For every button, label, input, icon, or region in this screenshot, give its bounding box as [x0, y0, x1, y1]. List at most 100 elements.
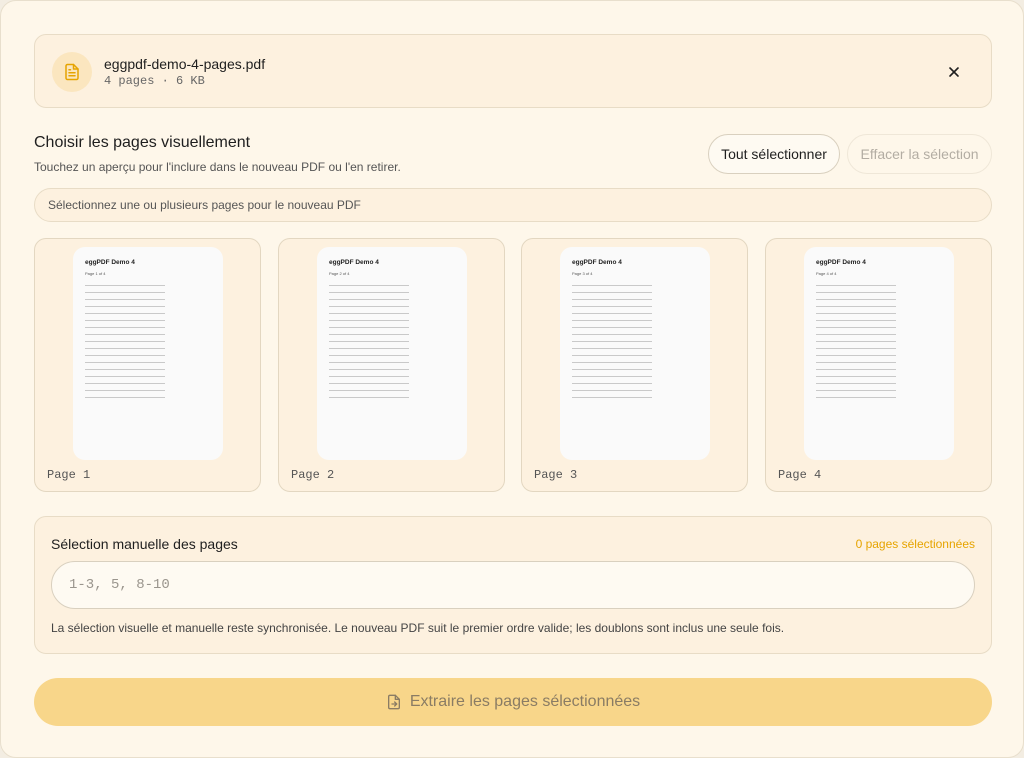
preview-text-line — [85, 334, 165, 335]
selection-hint: Sélectionnez une ou plusieurs pages pour… — [34, 188, 992, 222]
preview-text-line — [329, 369, 409, 370]
preview-text-line — [329, 355, 409, 356]
page-label: Page 2 — [291, 468, 335, 482]
page-preview: eggPDF Demo 4 Page 1 of 4 — [73, 247, 223, 460]
preview-doc-title: eggPDF Demo 4 — [85, 259, 135, 266]
preview-text-line — [329, 299, 409, 300]
clear-selection-button[interactable]: Effacer la sélection — [847, 134, 992, 174]
file-meta: 4 pages · 6 KB — [104, 74, 205, 88]
file-export-icon — [386, 694, 402, 710]
preview-text-line — [329, 362, 409, 363]
preview-text-line — [572, 383, 652, 384]
page-thumbnail-3[interactable]: eggPDF Demo 4 Page 3 of 4 Page 3 — [521, 238, 748, 492]
preview-text-line — [816, 390, 896, 391]
preview-text-line — [85, 397, 165, 398]
page-label: Page 3 — [534, 468, 578, 482]
page-thumbnail-1[interactable]: eggPDF Demo 4 Page 1 of 4 Page 1 — [34, 238, 261, 492]
preview-text-line — [572, 327, 652, 328]
preview-text-lines — [85, 285, 165, 404]
section-subtitle: Touchez un aperçu pour l'inclure dans le… — [34, 160, 401, 174]
preview-text-line — [329, 397, 409, 398]
selection-hint-text: Sélectionnez une ou plusieurs pages pour… — [48, 198, 361, 212]
preview-text-line — [572, 369, 652, 370]
preview-text-line — [572, 285, 652, 286]
preview-doc-subtitle: Page 4 of 4 — [816, 271, 837, 276]
preview-text-line — [572, 292, 652, 293]
preview-text-line — [329, 341, 409, 342]
manual-selection-card: Sélection manuelle des pages 0 pages sél… — [34, 516, 992, 654]
preview-text-line — [329, 327, 409, 328]
page-preview: eggPDF Demo 4 Page 2 of 4 — [317, 247, 467, 460]
preview-text-line — [816, 334, 896, 335]
page-thumbnail-4[interactable]: eggPDF Demo 4 Page 4 of 4 Page 4 — [765, 238, 992, 492]
preview-text-line — [329, 292, 409, 293]
preview-text-line — [816, 341, 896, 342]
preview-text-line — [85, 292, 165, 293]
preview-text-line — [85, 390, 165, 391]
preview-text-line — [572, 362, 652, 363]
preview-text-lines — [329, 285, 409, 404]
file-name: eggpdf-demo-4-pages.pdf — [104, 56, 266, 72]
preview-doc-subtitle: Page 3 of 4 — [572, 271, 593, 276]
file-text-icon — [52, 52, 92, 92]
page-range-input[interactable] — [51, 561, 975, 609]
preview-text-line — [329, 390, 409, 391]
preview-text-line — [816, 306, 896, 307]
close-icon[interactable] — [943, 61, 965, 83]
pdf-extract-panel: eggpdf-demo-4-pages.pdf 4 pages · 6 KB C… — [0, 0, 1024, 758]
page-label: Page 4 — [778, 468, 822, 482]
preview-text-line — [572, 348, 652, 349]
preview-text-line — [816, 348, 896, 349]
preview-doc-title: eggPDF Demo 4 — [329, 259, 379, 266]
preview-text-line — [572, 313, 652, 314]
preview-text-line — [572, 390, 652, 391]
preview-text-line — [329, 306, 409, 307]
select-all-button[interactable]: Tout sélectionner — [708, 134, 840, 174]
preview-text-lines — [572, 285, 652, 404]
preview-text-line — [816, 299, 896, 300]
preview-text-line — [85, 306, 165, 307]
preview-text-line — [816, 285, 896, 286]
section-title: Choisir les pages visuellement — [34, 134, 251, 151]
preview-text-line — [85, 285, 165, 286]
preview-text-line — [329, 285, 409, 286]
preview-text-line — [816, 313, 896, 314]
preview-text-line — [85, 327, 165, 328]
preview-text-line — [85, 341, 165, 342]
preview-text-line — [816, 362, 896, 363]
preview-text-line — [816, 320, 896, 321]
preview-text-line — [816, 369, 896, 370]
preview-text-line — [85, 362, 165, 363]
preview-text-line — [816, 397, 896, 398]
preview-doc-title: eggPDF Demo 4 — [572, 259, 622, 266]
preview-text-line — [329, 383, 409, 384]
preview-text-line — [572, 299, 652, 300]
preview-text-line — [572, 397, 652, 398]
preview-text-line — [85, 299, 165, 300]
page-thumbnail-2[interactable]: eggPDF Demo 4 Page 2 of 4 Page 2 — [278, 238, 505, 492]
extract-pages-button[interactable]: Extraire les pages sélectionnées — [34, 678, 992, 726]
preview-doc-title: eggPDF Demo 4 — [816, 259, 866, 266]
preview-text-line — [329, 348, 409, 349]
preview-text-line — [816, 376, 896, 377]
preview-text-line — [572, 376, 652, 377]
page-label: Page 1 — [47, 468, 91, 482]
preview-doc-subtitle: Page 2 of 4 — [329, 271, 350, 276]
preview-text-line — [572, 341, 652, 342]
preview-text-line — [816, 383, 896, 384]
preview-text-line — [85, 369, 165, 370]
file-card: eggpdf-demo-4-pages.pdf 4 pages · 6 KB — [34, 34, 992, 108]
preview-text-line — [329, 313, 409, 314]
preview-text-line — [85, 320, 165, 321]
preview-text-line — [572, 306, 652, 307]
preview-text-line — [572, 320, 652, 321]
preview-text-line — [816, 327, 896, 328]
preview-text-line — [329, 334, 409, 335]
selected-count: 0 pages sélectionnées — [855, 537, 975, 551]
preview-text-line — [85, 348, 165, 349]
preview-text-line — [816, 292, 896, 293]
preview-text-line — [85, 355, 165, 356]
preview-text-line — [572, 334, 652, 335]
preview-text-line — [329, 320, 409, 321]
manual-selection-note: La sélection visuelle et manuelle reste … — [51, 621, 785, 635]
